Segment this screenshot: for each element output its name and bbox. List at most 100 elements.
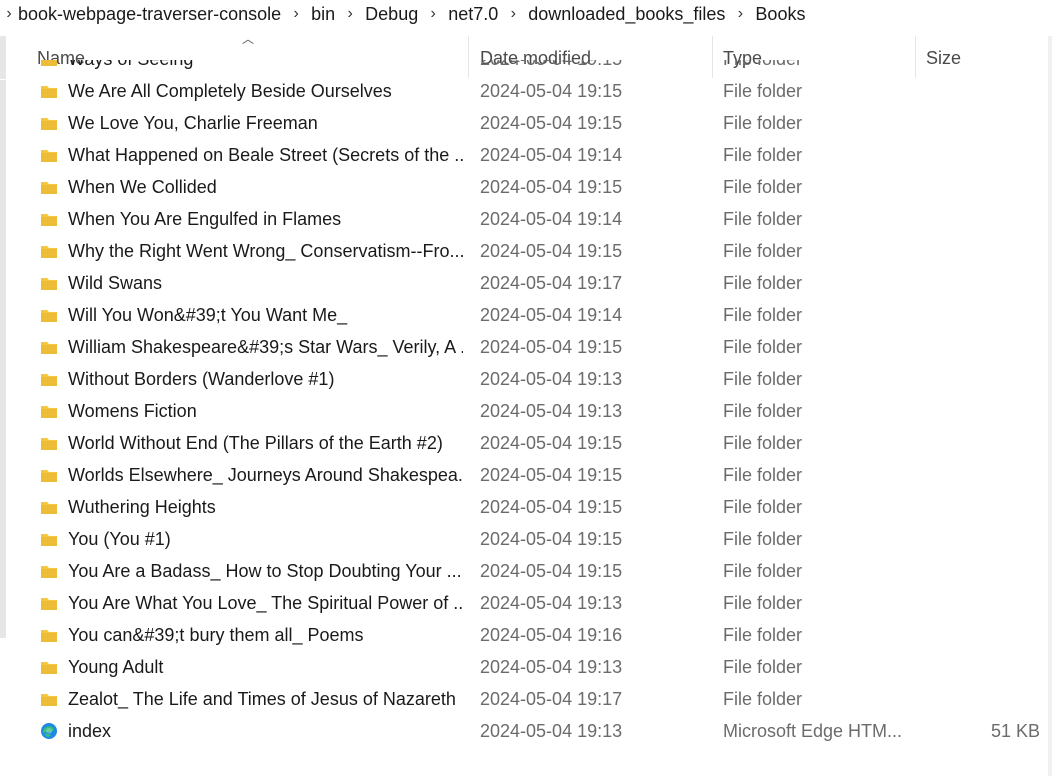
list-item[interactable]: When You Are Engulfed in Flames 2024-05-0… [0, 204, 1048, 236]
folder-icon [40, 338, 58, 356]
file-type: File folder [723, 657, 803, 677]
file-name: Young Adult [68, 657, 164, 677]
file-name: Wuthering Heights [68, 497, 216, 517]
file-name: Wild Swans [68, 273, 163, 293]
file-type: File folder [723, 593, 803, 613]
list-item[interactable]: You Are a Badass_ How to Stop Doubting Y… [0, 556, 1048, 588]
vertical-scrollbar[interactable] [1048, 36, 1052, 776]
file-date-modified: 2024-05-04 19:13 [480, 721, 623, 741]
chevron-right-icon[interactable]: › [498, 5, 528, 23]
file-type: File folder [723, 433, 803, 453]
list-item[interactable]: Young Adult 2024-05-04 19:13 File folder [0, 652, 1048, 684]
file-type: File folder [723, 465, 803, 485]
file-date-modified: 2024-05-04 19:15 [480, 433, 623, 453]
list-item[interactable]: Wild Swans 2024-05-04 19:17 File folder [0, 268, 1048, 300]
file-date-modified: 2024-05-04 19:15 [480, 337, 623, 357]
file-name: We Are All Completely Beside Ourselves [68, 81, 392, 101]
file-date-modified: 2024-05-04 19:15 [480, 81, 623, 101]
folder-icon [40, 306, 58, 324]
breadcrumb-segment[interactable]: net7.0 [448, 4, 498, 25]
folder-icon [40, 402, 58, 420]
list-item[interactable]: We Love You, Charlie Freeman 2024-05-04 1… [0, 108, 1048, 140]
file-name: We Love You, Charlie Freeman [68, 113, 318, 133]
file-name: Without Borders (Wanderlove #1) [68, 369, 335, 389]
file-date-modified: 2024-05-04 19:15 [480, 561, 623, 581]
file-name: When We Collided [68, 177, 217, 197]
file-type: Microsoft Edge HTM... [723, 721, 903, 741]
breadcrumb-segment[interactable]: bin [311, 4, 335, 25]
chevron-right-icon[interactable]: › [281, 5, 311, 23]
file-name: You (You #1) [68, 529, 171, 549]
list-item[interactable]: When We Collided 2024-05-04 19:15 File fol… [0, 172, 1048, 204]
file-name: World Without End (The Pillars of the Ea… [68, 433, 443, 453]
file-name: Ways of Seeing [68, 60, 463, 70]
breadcrumb-segment[interactable]: Books [755, 4, 805, 25]
file-type: File folder [723, 60, 913, 70]
list-item[interactable]: You (You #1) 2024-05-04 19:15 File folder [0, 524, 1048, 556]
file-name: Womens Fiction [68, 401, 197, 421]
list-item[interactable]: Worlds Elsewhere_ Journeys Around Shakes… [0, 460, 1048, 492]
file-type: File folder [723, 401, 803, 421]
chevron-right-icon[interactable]: › [725, 5, 755, 23]
list-item[interactable]: World Without End (The Pillars of the Ea… [0, 428, 1048, 460]
folder-icon [40, 530, 58, 548]
list-item[interactable]: Zealot_ The Life and Times of Jesus of N… [0, 684, 1048, 716]
file-type: File folder [723, 561, 803, 581]
list-item[interactable]: Without Borders (Wanderlove #1) 2024-05-0… [0, 364, 1048, 396]
file-date-modified: 2024-05-04 19:17 [480, 689, 623, 709]
folder-icon [40, 370, 58, 388]
breadcrumb-segment[interactable]: Debug [365, 4, 418, 25]
list-item[interactable]: What Happened on Beale Street (Secrets o… [0, 140, 1048, 172]
file-type: File folder [723, 273, 803, 293]
list-item[interactable]: index 2024-05-04 19:13 Microsoft Edge HTM.… [0, 716, 1048, 748]
file-name: Zealot_ The Life and Times of Jesus of N… [68, 689, 456, 709]
folder-icon [40, 242, 58, 260]
list-item[interactable]: We Are All Completely Beside Ourselves 20… [0, 76, 1048, 108]
sort-ascending-icon: ︿ [242, 32, 255, 46]
list-item[interactable]: Ways of Seeing 2024-05-04 19:15 File folde… [0, 60, 1048, 76]
breadcrumb-segment[interactable]: book-webpage-traverser-console [18, 4, 281, 25]
list-item[interactable]: You Are What You Love_ The Spiritual Pow… [0, 588, 1048, 620]
file-name: What Happened on Beale Street (Secrets o… [68, 145, 463, 165]
folder-icon [40, 626, 58, 644]
file-name: William Shakespeare&#39;s Star Wars_ Ver… [68, 337, 463, 357]
folder-icon [40, 594, 58, 612]
file-type: File folder [723, 241, 803, 261]
file-type: File folder [723, 81, 803, 101]
folder-icon [40, 434, 58, 452]
chevron-right-icon[interactable]: › [335, 5, 365, 23]
list-item[interactable]: Womens Fiction 2024-05-04 19:13 File folde… [0, 396, 1048, 428]
folder-icon [40, 60, 58, 68]
file-list: Ways of Seeing 2024-05-04 19:15 File folde… [0, 60, 1048, 784]
file-type: File folder [723, 209, 803, 229]
folder-icon [40, 114, 58, 132]
folder-icon [40, 498, 58, 516]
folder-icon [40, 178, 58, 196]
file-date-modified: 2024-05-04 19:15 [480, 497, 623, 517]
file-name: When You Are Engulfed in Flames [68, 209, 342, 229]
list-item[interactable]: Wuthering Heights 2024-05-04 19:15 File fo… [0, 492, 1048, 524]
file-date-modified: 2024-05-04 19:13 [480, 593, 623, 613]
list-item[interactable]: Why the Right Went Wrong_ Conservatism--… [0, 236, 1048, 268]
file-size: 51 KB [990, 721, 1040, 741]
chevron-right-icon[interactable]: › [0, 5, 18, 23]
address-breadcrumb[interactable]: › book-webpage-traverser-console › bin ›… [0, 0, 1052, 28]
breadcrumb-segment[interactable]: downloaded_books_files [528, 4, 725, 25]
list-item[interactable]: William Shakespeare&#39;s Star Wars_ Ver… [0, 332, 1048, 364]
file-date-modified: 2024-05-04 19:13 [480, 369, 623, 389]
folder-icon [40, 274, 58, 292]
folder-icon [40, 562, 58, 580]
file-date-modified: 2024-05-04 19:15 [480, 113, 623, 133]
file-date-modified: 2024-05-04 19:14 [480, 145, 623, 165]
list-item[interactable]: You can&#39;t bury them all_ Poems 2024-0… [0, 620, 1048, 652]
file-date-modified: 2024-05-04 19:15 [480, 177, 623, 197]
file-type: File folder [723, 497, 803, 517]
file-name: index [68, 721, 112, 741]
folder-icon [40, 658, 58, 676]
file-name: Will You Won&#39;t You Want Me_ [68, 305, 348, 325]
file-date-modified: 2024-05-04 19:17 [480, 273, 623, 293]
file-name: You Are What You Love_ The Spiritual Pow… [68, 593, 463, 613]
file-date-modified: 2024-05-04 19:14 [480, 305, 623, 325]
chevron-right-icon[interactable]: › [418, 5, 448, 23]
list-item[interactable]: Will You Won&#39;t You Want Me_ 2024-05-0… [0, 300, 1048, 332]
